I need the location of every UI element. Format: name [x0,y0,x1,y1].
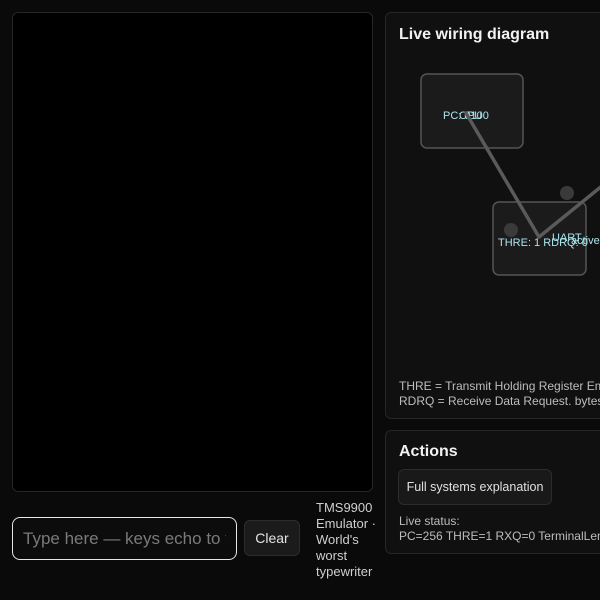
actions-panel-title: Actions [399,443,458,460]
clear-button[interactable]: Clear [244,520,300,556]
wiring-diagram: CPU PC: 0100 UART THRE: 1 RDRQ: 0 active [420,73,600,276]
full-systems-explanation-button[interactable]: Full systems explanation [398,469,552,505]
terminal-input[interactable] [12,517,237,560]
app-name: TMS9900 Emulator · World's worst typewri… [316,500,376,579]
uart-port-left [504,223,518,237]
wiring-panel: Live wiring diagram CPU PC: 0100 UART TH… [385,12,600,419]
live-status-value: PC=256 THRE=1 RXQ=0 TerminalLen=0 [399,529,600,543]
terminal-screen[interactable] [12,12,373,492]
wiring-legend: THRE = Transmit Holding Register Empty ·… [399,379,600,408]
uart-port-top [560,186,574,200]
live-status-label: Live status: [399,514,460,528]
actions-panel: Actions Full systems explanation Live st… [385,430,600,554]
wire-active-label: active [571,235,600,247]
